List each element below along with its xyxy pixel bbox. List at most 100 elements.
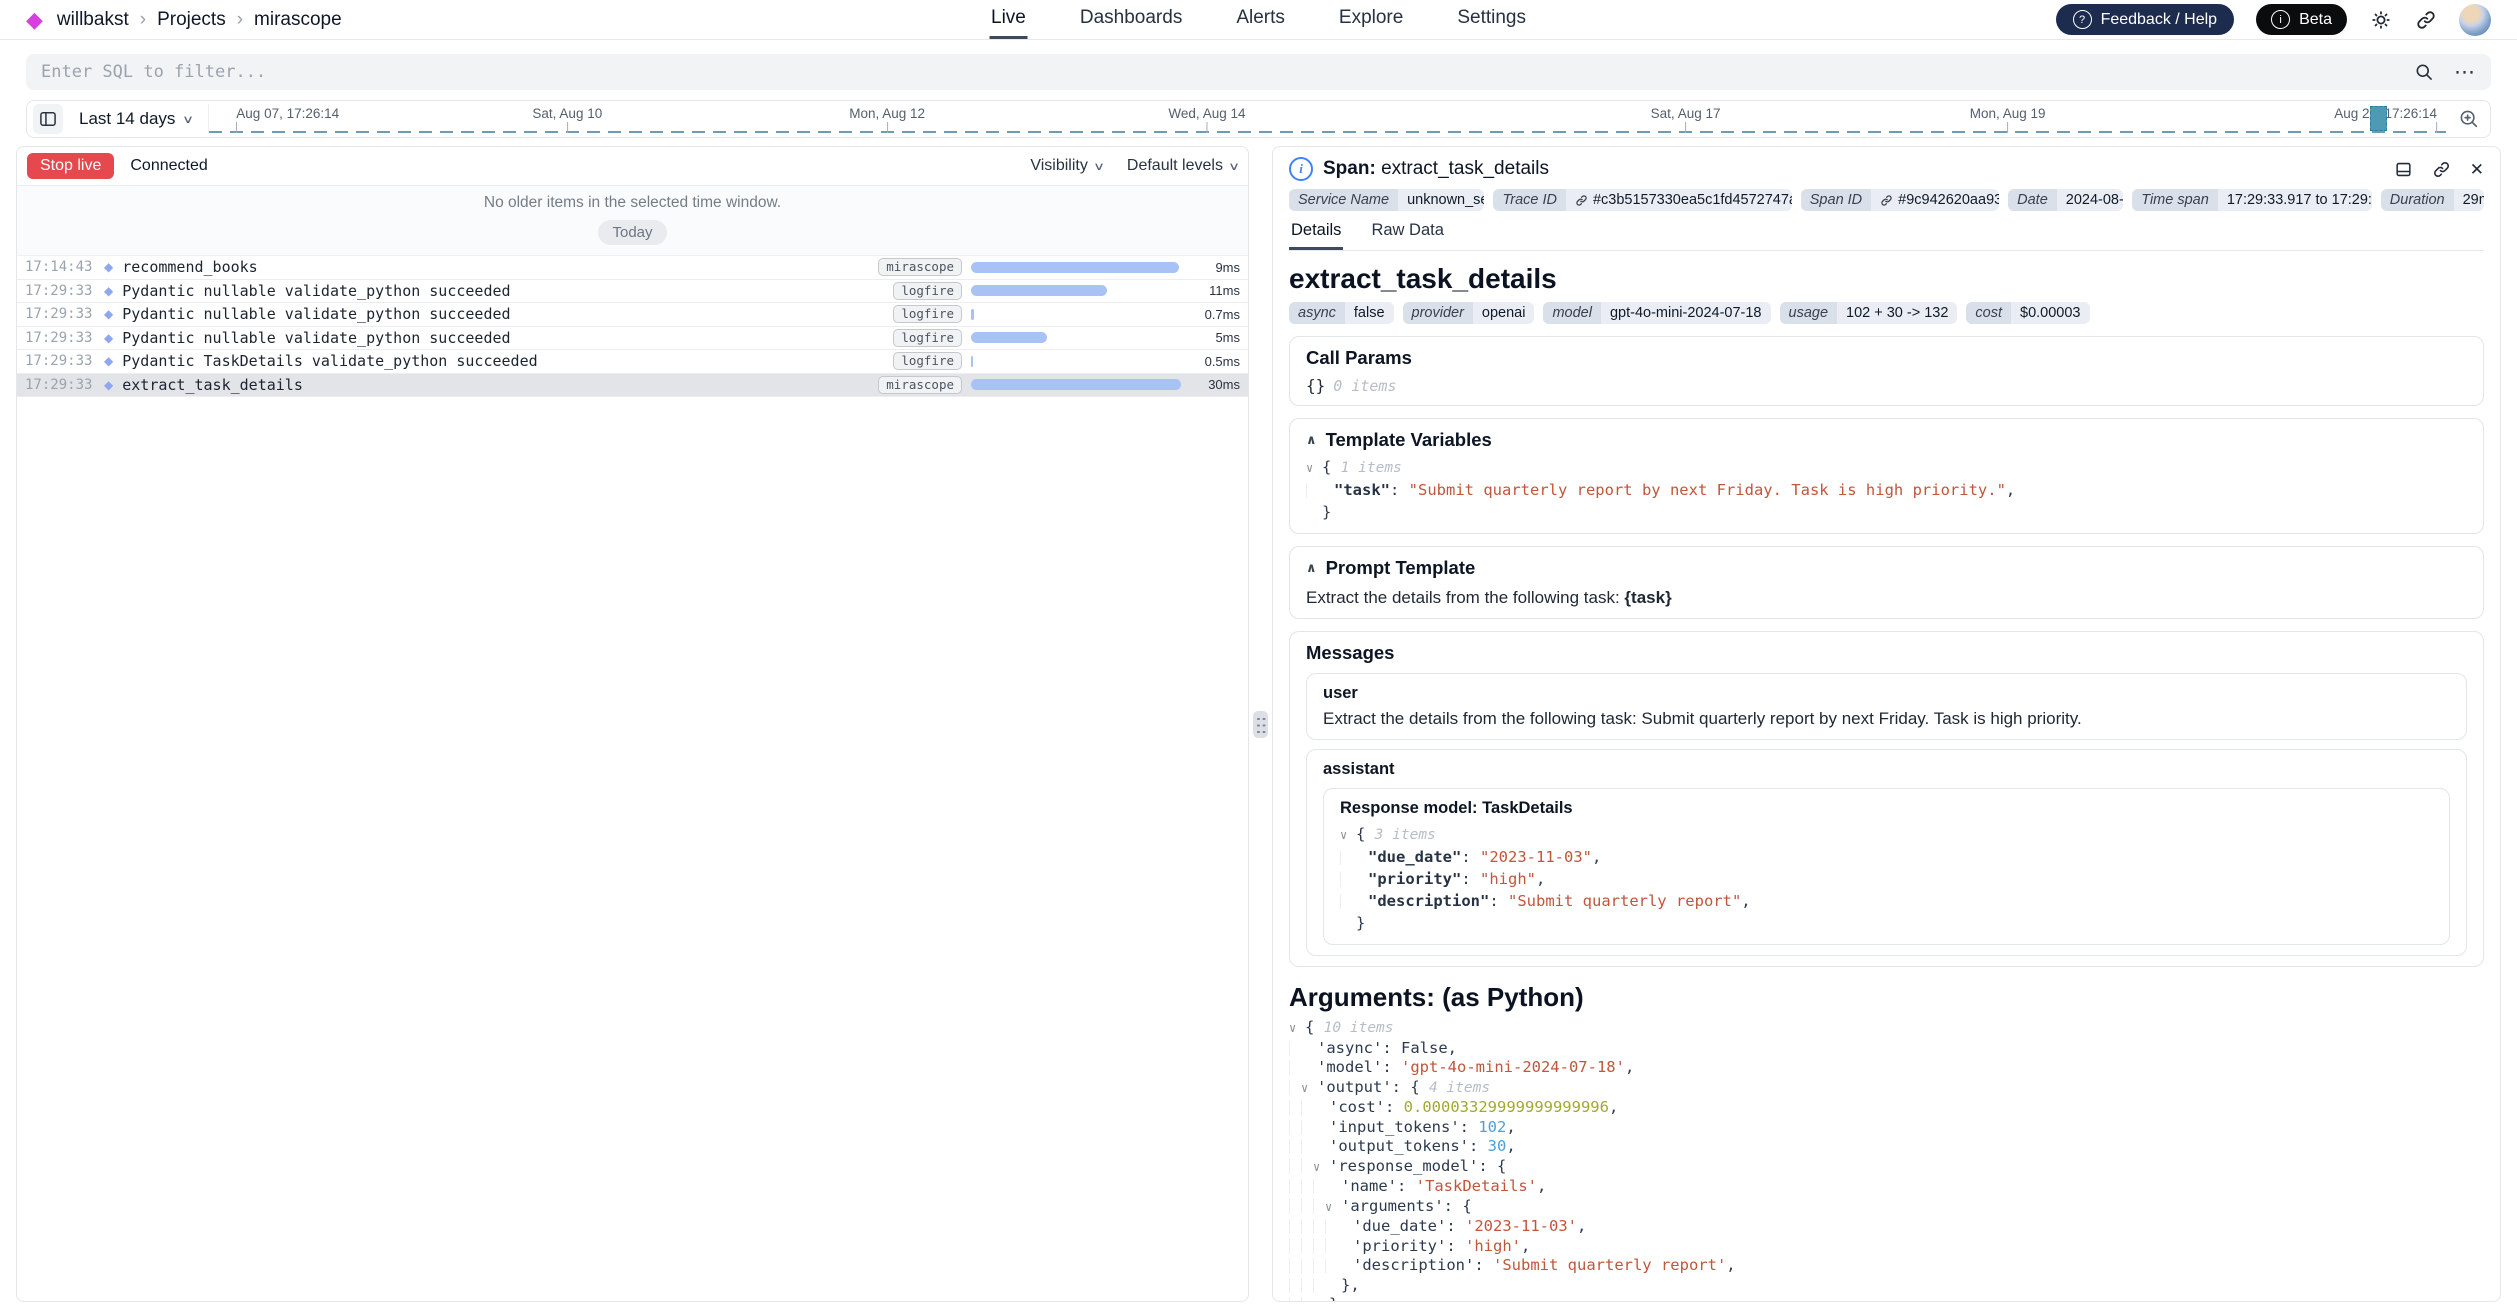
sql-filter-input[interactable]: Enter SQL to filter... ⋯ <box>26 54 2491 90</box>
attribute-badge: Date2024-08-21 <box>2008 189 2123 211</box>
code-token: "priority" <box>1368 870 1461 888</box>
tab-alerts[interactable]: Alerts <box>1234 0 1287 39</box>
indent-guide <box>1313 1258 1325 1273</box>
span-tag-chip: logfire <box>893 329 962 347</box>
span-row[interactable]: 17:14:43◆recommend_booksmirascope9ms <box>17 256 1248 280</box>
feedback-help-button[interactable]: ? Feedback / Help <box>2056 4 2235 35</box>
indent-guide <box>1289 1199 1301 1214</box>
span-row[interactable]: 17:29:33◆Pydantic nullable validate_pyth… <box>17 303 1248 327</box>
collapse-caret-icon[interactable]: ∨ <box>1325 1198 1341 1218</box>
collapse-up-icon[interactable]: ∧ <box>1306 560 1317 576</box>
messages-card: Messages user Extract the details from t… <box>1289 631 2484 967</box>
indent-guide <box>1301 1278 1313 1293</box>
span-row[interactable]: 17:29:33◆Pydantic nullable validate_pyth… <box>17 327 1248 351</box>
indent-guide <box>1325 1219 1337 1234</box>
code-token: 'gpt-4o-mini-2024-07-18' <box>1401 1058 1625 1076</box>
badge-label: Span ID <box>1801 189 1871 211</box>
code-token: 'arguments' <box>1341 1197 1444 1215</box>
timeline-selection-brush[interactable] <box>2370 106 2387 131</box>
tab-live[interactable]: Live <box>989 0 1028 39</box>
user-avatar[interactable] <box>2459 4 2491 36</box>
detail-tab-raw-data[interactable]: Raw Data <box>1369 221 1445 250</box>
time-range-dropdown[interactable]: Last 14 days ∨ <box>71 109 200 129</box>
breadcrumb: ◆ willbakst›Projects›mirascope <box>26 9 342 31</box>
code-token: , <box>1726 1256 1735 1274</box>
breadcrumb-item[interactable]: mirascope <box>254 9 342 31</box>
span-row[interactable]: 17:29:33◆extract_task_detailsmirascope30… <box>17 374 1248 398</box>
timeline-date-label: Sat, Aug 10 <box>532 106 602 121</box>
copy-link-icon[interactable] <box>2432 160 2451 179</box>
panel-divider[interactable] <box>1249 146 1272 1302</box>
code-token: 'model' <box>1317 1058 1382 1076</box>
stop-live-button[interactable]: Stop live <box>27 153 114 179</box>
live-span-list-panel: Stop live Connected Visibility ∨ Default… <box>16 146 1249 1302</box>
span-kind-icon: ◆ <box>104 355 113 367</box>
indent-guide <box>1325 1239 1337 1254</box>
collapse-up-icon[interactable]: ∧ <box>1306 432 1317 448</box>
span-row[interactable]: 17:29:33◆Pydantic TaskDetails validate_p… <box>17 350 1248 374</box>
more-options-icon[interactable]: ⋯ <box>2454 62 2476 83</box>
message-role: assistant <box>1323 760 2450 779</box>
close-icon[interactable]: ✕ <box>2470 161 2484 178</box>
collapse-caret-icon[interactable]: ∨ <box>1289 1019 1305 1039</box>
code-token: : <box>1390 481 1409 499</box>
code-line: "task": "Submit quarterly report by next… <box>1306 479 2467 501</box>
timeline-tick: Aug 07, 17:26:14 <box>236 106 339 133</box>
tab-dashboards[interactable]: Dashboards <box>1078 0 1184 39</box>
theme-toggle-icon[interactable] <box>2369 8 2393 32</box>
span-tag-chip: logfire <box>893 282 962 300</box>
span-timestamp: 17:14:43 <box>25 259 95 275</box>
prompt-template-header[interactable]: ∧ Prompt Template <box>1306 557 2467 579</box>
span-tag-chip: logfire <box>893 352 962 370</box>
tab-explore[interactable]: Explore <box>1337 0 1405 39</box>
share-link-icon[interactable] <box>2415 9 2437 31</box>
breadcrumb-item[interactable]: Projects <box>157 9 226 31</box>
search-icon[interactable] <box>2414 62 2434 82</box>
collapse-caret-icon[interactable]: ∨ <box>1313 1158 1329 1178</box>
link-icon[interactable] <box>1880 194 1893 207</box>
badge-value: 2024-08-21 <box>2057 189 2123 211</box>
timeline-tick: Sat, Aug 17 <box>1651 106 1721 133</box>
zoom-in-icon[interactable] <box>2454 104 2484 134</box>
code-token: : <box>1461 870 1480 888</box>
badge-value: openai <box>1473 302 1535 324</box>
code-token: 'async' <box>1317 1039 1382 1057</box>
indent-guide <box>1301 1100 1313 1115</box>
link-icon[interactable] <box>1575 194 1588 207</box>
collapse-caret-icon[interactable]: ∨ <box>1306 457 1322 479</box>
drag-handle-icon[interactable] <box>1253 711 1268 738</box>
span-timestamp: 17:29:33 <box>25 283 95 299</box>
top-bar: ◆ willbakst›Projects›mirascope Live Dashb… <box>0 0 2517 40</box>
breadcrumb-item[interactable]: willbakst <box>57 9 129 31</box>
time-range-label: Last 14 days <box>79 109 175 129</box>
code-token: : <box>1460 1118 1479 1136</box>
sidebar-toggle-button[interactable] <box>33 104 63 134</box>
detail-tab-details[interactable]: Details <box>1289 221 1343 250</box>
span-tag-chip: mirascope <box>878 258 962 276</box>
logfire-logo-icon[interactable]: ◆ <box>26 9 43 31</box>
indent-guide <box>1306 483 1318 498</box>
indent-guide <box>1340 894 1352 909</box>
message-role: user <box>1323 684 2450 703</box>
span-row[interactable]: 17:29:33◆Pydantic nullable validate_pyth… <box>17 280 1248 304</box>
badge-value-text: $0.00003 <box>2020 305 2080 321</box>
visibility-dropdown[interactable]: Visibility ∨ <box>1030 157 1103 175</box>
indent-guide <box>1289 1219 1301 1234</box>
beta-button[interactable]: i Beta <box>2256 4 2347 35</box>
default-levels-dropdown[interactable]: Default levels ∨ <box>1127 157 1238 175</box>
timeline-date-label: Sat, Aug 17 <box>1651 106 1721 121</box>
prompt-template-title: Prompt Template <box>1326 557 1476 579</box>
timeline[interactable]: Aug 07, 17:26:14Sat, Aug 10Mon, Aug 12We… <box>208 104 2446 134</box>
indent-guide <box>1289 1179 1301 1194</box>
tab-settings[interactable]: Settings <box>1455 0 1528 39</box>
collapse-caret-icon[interactable]: ∨ <box>1301 1079 1317 1099</box>
span-detail-header: i Span: extract_task_details ✕ <box>1289 157 2484 181</box>
code-token: , <box>1506 1137 1515 1155</box>
code-token: } <box>1356 914 1365 932</box>
template-variables-header[interactable]: ∧Template Variables <box>1306 429 2467 451</box>
attribute-badge: Time span17:29:33.917 to 17:29:33.946 <box>2132 189 2372 211</box>
collapse-caret-icon[interactable]: ∨ <box>1340 824 1356 846</box>
indent-guide <box>1313 1199 1325 1214</box>
span-timestamp: 17:29:33 <box>25 377 95 393</box>
dock-panel-icon[interactable] <box>2394 160 2413 179</box>
